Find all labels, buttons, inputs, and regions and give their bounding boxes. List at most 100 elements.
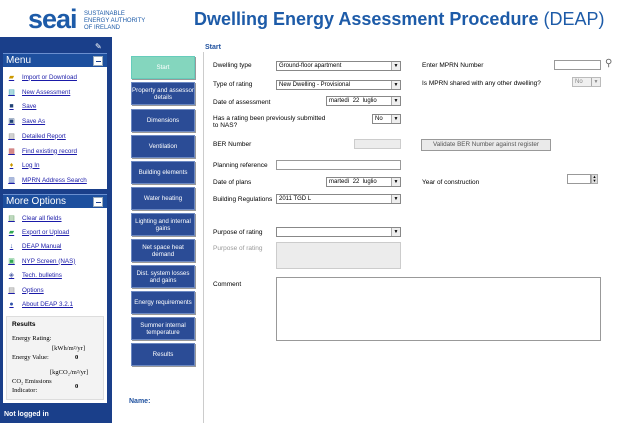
purpose-of-rating-label: Purpose of rating — [213, 229, 263, 236]
chevron-down-icon: ▼ — [391, 81, 400, 89]
options-icon: ▤ — [8, 287, 15, 294]
chevron-down-icon: ▼ — [591, 78, 600, 86]
building-regulations-select[interactable]: 2011 TGD L ▼ — [276, 194, 401, 204]
clear-icon: ▤ — [8, 215, 15, 222]
menu-item-mprn-search[interactable]: ▥ MPRN Address Search — [7, 174, 87, 186]
energy-rating-label: Energy Rating: — [12, 335, 52, 342]
nav-results[interactable]: Results — [131, 343, 195, 366]
chevron-down-icon: ▼ — [391, 62, 400, 70]
nas-label: Has a rating been previously submitted t… — [213, 115, 326, 129]
nav-building-elements[interactable]: Building elements — [131, 161, 195, 184]
comment-label: Comment — [213, 281, 242, 288]
energy-value-unit: [kWh/m²/yr] — [52, 345, 85, 352]
building-regulations-label: Building Regulations — [213, 196, 273, 203]
chevron-down-icon: ▼ — [391, 97, 400, 105]
results-panel: Results Energy Rating: [kWh/m²/yr] Energ… — [6, 316, 104, 400]
find-icon: ▦ — [8, 148, 15, 155]
purpose-of-rating-text[interactable] — [276, 242, 401, 269]
menu-item-new-assessment[interactable]: ▤ New Assessment — [7, 86, 70, 98]
menu-item-find-record[interactable]: ▦ Find existing record — [7, 145, 77, 157]
menu-item-options[interactable]: ▤ Options — [7, 284, 44, 296]
year-spinner-icon[interactable]: ▲ ▼ — [591, 174, 598, 184]
menu-item-deap-manual[interactable]: ↓ DEAP Manual — [7, 240, 62, 252]
name-label: Name: — [129, 398, 151, 405]
ber-number-input[interactable] — [354, 139, 401, 149]
menu-header: Menu — [3, 53, 107, 67]
nav-dist-system-losses[interactable]: Dist. system losses and gains — [131, 265, 195, 288]
results-title: Results — [12, 321, 36, 328]
bulletin-icon: ◈ — [8, 272, 15, 279]
logo-subtitle: SUSTAINABLE ENERGY AUTHORITY OF IRELAND — [84, 11, 146, 31]
save-as-icon: ▣ — [8, 118, 15, 125]
main-panel — [203, 52, 620, 423]
chevron-down-icon: ▼ — [391, 115, 400, 123]
mprn-shared-label: Is MPRN shared with any other dwelling? — [422, 80, 541, 87]
type-of-rating-label: Type of rating — [213, 81, 253, 88]
menu-item-about[interactable]: ● About DEAP 3.2.1 — [7, 298, 73, 310]
menu-item-export-upload[interactable]: ▰ Export or Upload — [7, 226, 69, 238]
menu-item-save-as[interactable]: ▣ Save As — [7, 115, 45, 127]
menu-item-nyp-screen[interactable]: ▣ NYP Screen (NAS) — [7, 255, 75, 267]
comment-textarea[interactable] — [276, 277, 601, 341]
menu-item-import[interactable]: ▰ Import or Download — [7, 71, 77, 83]
folder-open-icon: ▰ — [8, 74, 15, 81]
co2-value: 0 — [75, 383, 79, 390]
nav-lighting-gains[interactable]: Lighting and internal gains — [131, 213, 195, 236]
date-of-assessment-picker[interactable]: martedì 22 luglio ▼ — [326, 96, 401, 106]
app-title: Dwelling Energy Assessment Procedure (DE… — [194, 9, 605, 29]
nav-ventilation[interactable]: Ventilation — [131, 135, 195, 158]
floppy-disk-icon: ■ — [9, 102, 14, 110]
planning-reference-label: Planning reference — [213, 162, 268, 169]
export-icon: ▰ — [8, 229, 15, 236]
minimize-icon[interactable] — [93, 56, 103, 66]
planning-reference-input[interactable] — [276, 160, 401, 170]
mprn-shared-select[interactable]: No ▼ — [572, 77, 601, 87]
mprn-input[interactable] — [554, 60, 601, 70]
address-search-icon: ▥ — [8, 177, 15, 184]
login-status: Not logged in — [4, 411, 49, 418]
date-of-plans-picker[interactable]: martedì 22 luglio ▼ — [326, 177, 401, 187]
menu-item-save[interactable]: ■ Save — [7, 100, 36, 112]
menu-item-detailed-report[interactable]: ▤ Detailed Report — [7, 130, 66, 142]
chevron-down-icon: ▼ — [391, 228, 400, 236]
purpose-of-rating-select[interactable]: ▼ — [276, 227, 401, 237]
year-of-construction-label: Year of construction — [422, 179, 480, 186]
minimize-icon[interactable] — [93, 197, 103, 207]
more-options-header: More Options — [3, 194, 107, 208]
energy-value-label: Energy Value: — [12, 354, 49, 361]
co2-indicator-label: Indicator: — [12, 387, 38, 394]
search-icon[interactable]: ⚲ — [605, 58, 612, 69]
nav-summer-temperature[interactable]: Summer internal temperature — [131, 317, 195, 340]
nav-dimensions[interactable]: Dimensions — [131, 109, 195, 132]
pin-icon[interactable]: ✎ — [95, 42, 102, 51]
menu-item-tech-bulletins[interactable]: ◈ Tech. bulletins — [7, 269, 62, 281]
chevron-down-icon: ▼ — [391, 195, 400, 203]
new-document-icon: ▤ — [8, 89, 15, 96]
dwelling-type-select[interactable]: Ground-floor apartment ▼ — [276, 61, 401, 71]
nav-water-heating[interactable]: Water heating — [131, 187, 195, 210]
nav-property-assessor[interactable]: Property and assessor details — [131, 82, 195, 105]
energy-value: 0 — [75, 354, 79, 361]
year-of-construction-input[interactable] — [567, 174, 591, 184]
dwelling-type-label: Dwelling type — [213, 62, 252, 69]
menu-item-log-in[interactable]: ♦ Log In — [7, 159, 40, 171]
co2-label: CO₂ Emissions — [12, 378, 52, 385]
menu-panel: ▰ Import or Download ▤ New Assessment ■ Sav… — [3, 67, 107, 189]
nav-net-space-heat[interactable]: Net space heat demand — [131, 239, 195, 262]
nas-select[interactable]: No ▼ — [372, 114, 401, 124]
validate-ber-button[interactable]: Validate BER Number against register — [421, 139, 551, 151]
nav-start[interactable]: Start — [131, 56, 195, 79]
type-of-rating-select[interactable]: New Dwelling - Provisional ▼ — [276, 80, 401, 90]
purpose-of-rating-text-label: Purpose of rating — [213, 245, 263, 252]
screen-icon: ▣ — [8, 258, 15, 265]
nav-energy-requirements[interactable]: Energy requirements — [131, 291, 195, 314]
manual-icon: ↓ — [9, 242, 14, 250]
ber-number-label: BER Number — [213, 141, 252, 148]
date-of-plans-label: Date of plans — [213, 179, 252, 186]
report-icon: ▤ — [8, 133, 15, 140]
mprn-label: Enter MPRN Number — [422, 62, 484, 69]
menu-item-clear-fields[interactable]: ▤ Clear all fields — [7, 212, 61, 224]
key-icon: ♦ — [9, 161, 14, 169]
chevron-down-icon: ▼ — [391, 178, 400, 186]
co2-unit: [kgCO₂/m²/yr] — [50, 369, 89, 376]
